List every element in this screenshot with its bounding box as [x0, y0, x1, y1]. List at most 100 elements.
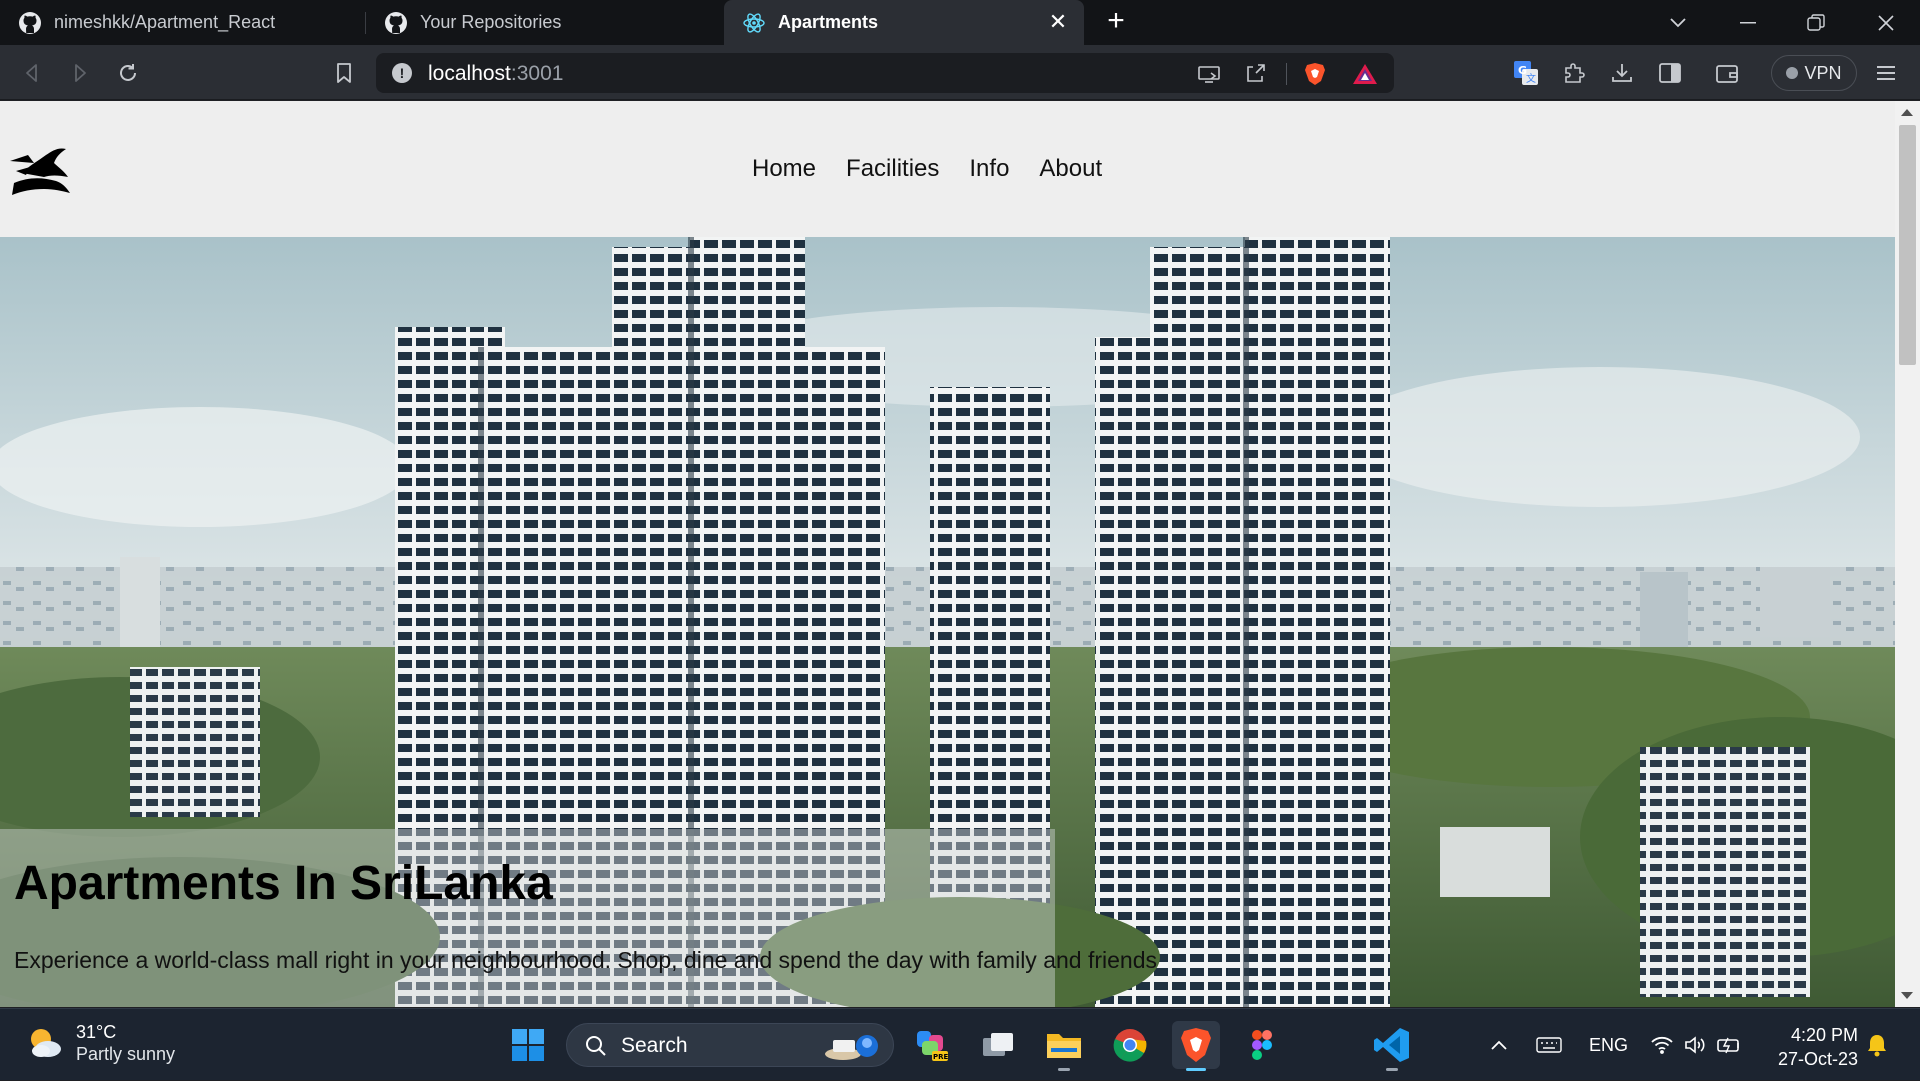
taskbar-vscode[interactable] [1368, 1021, 1416, 1071]
back-icon[interactable] [16, 57, 48, 89]
taskbar-file-explorer[interactable] [1040, 1021, 1088, 1071]
tab-apartments[interactable]: Apartments ✕ [724, 0, 1084, 45]
taskbar-search[interactable]: Search [566, 1023, 894, 1067]
taskbar-chrome[interactable] [1106, 1021, 1154, 1069]
windows-icon [512, 1029, 544, 1061]
nav-facilities-link[interactable]: Facilities [846, 155, 939, 183]
vpn-button[interactable]: VPN [1771, 55, 1857, 91]
weather-widget[interactable]: 31°C Partly sunny [26, 1021, 175, 1065]
page-viewport: Home Facilities Info About Apartments In… [0, 101, 1895, 1007]
folder-icon [1047, 1034, 1081, 1058]
download-icon[interactable] [1606, 57, 1638, 89]
github-icon [384, 11, 408, 35]
show-hidden-icons[interactable] [1490, 1009, 1508, 1081]
network-volume-battery-tray[interactable] [1650, 1009, 1742, 1081]
github-icon [18, 11, 42, 35]
search-icon [586, 1036, 606, 1056]
wifi-icon [1651, 1036, 1673, 1054]
close-window-icon[interactable] [1856, 0, 1916, 45]
tab-title: Apartments [778, 12, 879, 32]
keyboard-tray[interactable] [1536, 1009, 1562, 1081]
tab-title: nimeshkk/Apartment_React [54, 12, 276, 32]
hero-description: Experience a world-class mall right in y… [14, 947, 1157, 973]
scrollbar-thumb[interactable] [1899, 125, 1916, 365]
running-indicator [1386, 1068, 1398, 1071]
notifications-button[interactable] [1866, 1009, 1888, 1081]
search-label: Search [621, 1034, 688, 1057]
chevron-up-icon [1491, 1040, 1507, 1050]
new-tab-button[interactable]: + [1100, 6, 1132, 38]
cast-icon[interactable] [1196, 61, 1222, 87]
url-text: localhost:3001 [428, 62, 563, 86]
partly-sunny-icon [31, 1029, 61, 1057]
react-icon [742, 11, 766, 35]
taskbar-task-view[interactable] [974, 1021, 1022, 1069]
share-icon[interactable] [1242, 61, 1268, 87]
address-bar[interactable]: ! localhost:3001 [376, 53, 1394, 93]
task-view-icon [983, 1033, 1013, 1056]
close-tab-icon[interactable]: ✕ [1046, 10, 1070, 34]
battery-charging-icon [1717, 1037, 1739, 1054]
running-indicator [1058, 1068, 1070, 1071]
tab-strip: nimeshkk/Apartment_React Your Repositori… [0, 0, 1920, 45]
browser-toolbar: ! localhost:3001 G文 VPN [0, 45, 1920, 100]
site-info-icon[interactable]: ! [392, 63, 412, 83]
hero-title: Apartments In SriLanka [14, 857, 553, 910]
hero-section: Apartments In SriLanka Experience a worl… [0, 237, 1895, 1007]
scroll-up-arrow-icon[interactable] [1901, 109, 1913, 116]
language-label: ENG [1589, 1034, 1629, 1055]
taskbar-figma[interactable] [1238, 1021, 1286, 1069]
search-highlight-icon [825, 1035, 878, 1060]
bookmark-icon[interactable] [328, 57, 360, 89]
minimize-icon[interactable] [1718, 0, 1778, 45]
svg-text:文: 文 [1526, 72, 1536, 85]
figma-icon [1252, 1030, 1272, 1060]
brave-shields-icon[interactable] [1302, 61, 1328, 87]
svg-text:PRE: PRE [933, 1053, 949, 1061]
vpn-label: VPN [1804, 62, 1842, 83]
tab-title: Your Repositories [420, 12, 562, 32]
running-indicator [1186, 1068, 1206, 1071]
tab-apartment-react[interactable]: nimeshkk/Apartment_React [0, 0, 364, 45]
brave-rewards-icon[interactable] [1352, 61, 1378, 87]
copilot-pre-icon: PRE [917, 1031, 949, 1061]
weather-description: Partly sunny [76, 1044, 176, 1064]
start-button[interactable] [504, 1021, 552, 1069]
language-indicator[interactable]: ENG [1589, 1009, 1628, 1081]
logo-icon[interactable] [8, 141, 70, 197]
sidebar-icon[interactable] [1654, 57, 1686, 89]
address-bar-divider [1286, 63, 1287, 85]
clock-time: 4:20 PM [1790, 1025, 1858, 1045]
reload-icon[interactable] [112, 57, 144, 89]
clock-date: 27-Oct-23 [1777, 1049, 1858, 1069]
url-port: :3001 [510, 62, 564, 85]
url-host: localhost [428, 62, 511, 85]
vpn-status-icon [1786, 67, 1799, 79]
hero-caption: Apartments In SriLanka Experience a worl… [0, 829, 1157, 1007]
wallet-icon[interactable] [1711, 57, 1743, 89]
restore-icon[interactable] [1786, 0, 1846, 45]
translate-icon[interactable]: G文 [1510, 57, 1542, 89]
volume-icon [1685, 1036, 1705, 1054]
nav-links: Home Facilities Info About [752, 155, 1102, 183]
taskbar-brave[interactable] [1172, 1021, 1220, 1071]
menu-icon[interactable] [1870, 57, 1902, 89]
nav-info-link[interactable]: Info [969, 155, 1009, 183]
chrome-icon [1113, 1029, 1147, 1062]
keyboard-icon [1536, 1037, 1562, 1053]
tab-search-chevron-icon[interactable] [1648, 0, 1708, 45]
scroll-down-arrow-icon[interactable] [1901, 992, 1913, 999]
taskbar-copilot-app[interactable]: PRE [908, 1021, 956, 1069]
windows-taskbar: 31°C Partly sunny Search PRE ENG 4:20 PM… [0, 1008, 1920, 1080]
weather-temp: 31°C [76, 1022, 117, 1042]
extensions-icon[interactable] [1558, 57, 1590, 89]
forward-icon[interactable] [64, 57, 96, 89]
nav-about-link[interactable]: About [1039, 155, 1102, 183]
nav-home-link[interactable]: Home [752, 155, 816, 183]
brave-icon [1181, 1028, 1211, 1062]
site-navbar: Home Facilities Info About [0, 101, 1895, 237]
page-scrollbar[interactable] [1895, 101, 1920, 1007]
tab-your-repositories[interactable]: Your Repositories [366, 0, 722, 45]
notification-bell-icon [1868, 1035, 1886, 1057]
clock[interactable]: 4:20 PM 27-Oct-23 [1762, 1023, 1858, 1071]
